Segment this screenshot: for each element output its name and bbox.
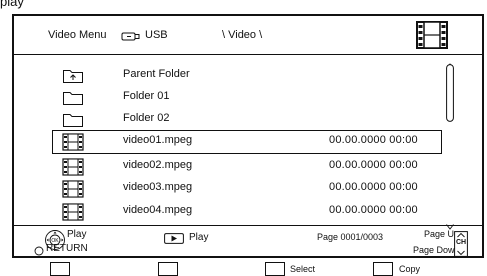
page-info: Page 0001/0003 — [317, 232, 384, 242]
list-item-folder-02[interactable]: Folder 02 — [14, 108, 482, 130]
film-strip-icon — [416, 20, 448, 55]
item-name: Folder 02 — [123, 112, 170, 124]
item-date: 00.00.0000 00:00 — [329, 204, 418, 216]
list-item-video02[interactable]: video02.mpeg 00.00.0000 00:00 — [14, 155, 482, 177]
usb-drive-icon — [121, 29, 141, 47]
item-name: video01.mpeg — [123, 134, 193, 146]
page-down-label: Page Down — [413, 245, 460, 255]
select-label: Select — [290, 264, 316, 274]
video-menu-window: Video Menu USB \ Video \ Parent Folder F… — [12, 14, 484, 258]
color-button-1[interactable] — [50, 262, 70, 276]
film-strip-icon — [62, 133, 84, 156]
menu-footer: OK Play RETURN Play Page 0001/0003 Page … — [14, 225, 482, 260]
item-name: video02.mpeg — [123, 159, 193, 171]
film-strip-icon — [62, 203, 84, 226]
channel-label: CH — [456, 239, 467, 246]
folder-path: \ Video \ — [222, 29, 263, 41]
top-crop-text: play — [0, 0, 24, 9]
play-button-label: Play — [189, 232, 209, 243]
item-name: Parent Folder — [123, 68, 190, 80]
channel-button-icon: CH — [454, 231, 468, 262]
top-crop-fragment: play — [0, 0, 60, 14]
item-name: Folder 01 — [123, 90, 170, 102]
item-date: 00.00.0000 00:00 — [329, 159, 418, 171]
return-label: RETURN — [46, 243, 88, 254]
list-item-video03[interactable]: video03.mpeg 00.00.0000 00:00 — [14, 177, 482, 199]
play-button-icon — [164, 231, 184, 249]
return-icon — [34, 243, 44, 261]
item-name: video04.mpeg — [123, 204, 193, 216]
menu-title: Video Menu — [48, 29, 107, 41]
list-item-video04[interactable]: video04.mpeg 00.00.0000 00:00 — [14, 200, 482, 222]
scrollbar-thumb[interactable] — [446, 64, 454, 122]
item-date: 00.00.0000 00:00 — [329, 181, 418, 193]
item-name: video03.mpeg — [123, 181, 193, 193]
color-button-bar: Select Copy — [0, 262, 487, 276]
list-item-folder-01[interactable]: Folder 01 — [14, 86, 482, 108]
device-label: USB — [145, 29, 168, 41]
select-color-button[interactable] — [265, 262, 285, 276]
list-item-parent-folder[interactable]: Parent Folder — [14, 64, 482, 86]
file-list: Parent Folder Folder 01 Folder 02 video0… — [14, 55, 482, 230]
list-item-video01-selected[interactable]: video01.mpeg 00.00.0000 00:00 — [52, 130, 442, 154]
copy-label: Copy — [399, 264, 421, 274]
ok-play-label: Play — [67, 229, 87, 240]
color-button-2[interactable] — [158, 262, 178, 276]
item-date: 00.00.0000 00:00 — [329, 134, 418, 146]
menu-header: Video Menu USB \ Video \ — [14, 16, 482, 55]
copy-color-button[interactable] — [373, 262, 393, 276]
